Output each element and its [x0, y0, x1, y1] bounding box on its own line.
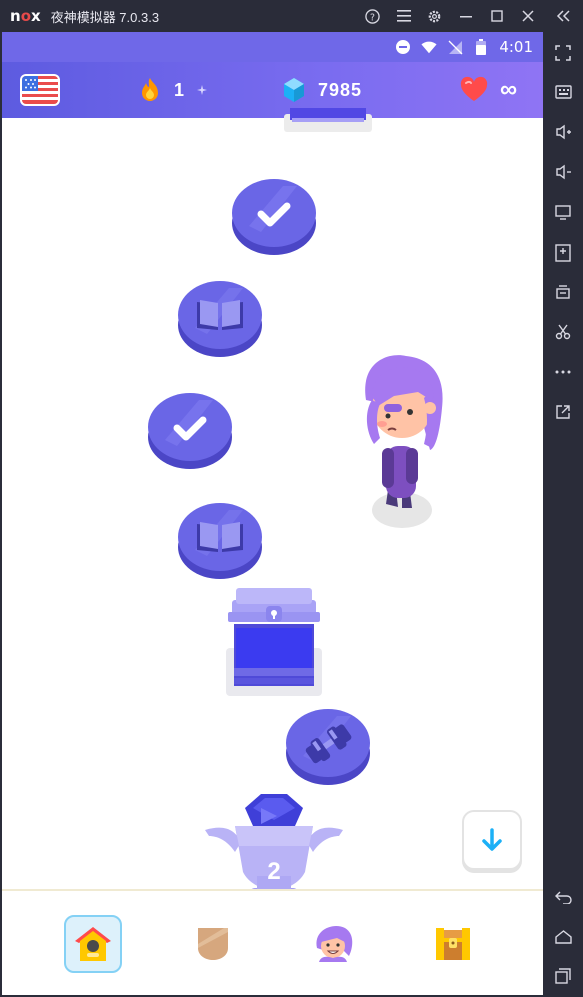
check-node-1[interactable] [231, 176, 317, 256]
back-icon[interactable] [543, 883, 583, 911]
chest-node[interactable] [226, 588, 322, 696]
maximize-icon[interactable] [481, 0, 512, 32]
scissors-icon[interactable] [543, 318, 583, 346]
book-node-2[interactable] [177, 500, 263, 580]
hearts-counter[interactable]: ∞ [460, 74, 518, 106]
leagues-tab[interactable] [184, 915, 242, 973]
top-stats-bar: 1 7985 ∞ [2, 62, 543, 118]
help-icon[interactable]: ? [357, 0, 388, 32]
svg-text:?: ? [370, 12, 375, 23]
fullscreen-icon[interactable] [543, 39, 583, 67]
profile-tab[interactable] [304, 915, 362, 973]
practice-node[interactable] [285, 706, 371, 786]
fire-icon [142, 78, 158, 101]
scroll-down-button[interactable] [462, 810, 522, 870]
close-icon[interactable] [512, 0, 543, 32]
gem-icon [284, 78, 304, 102]
gems-count: 7985 [318, 79, 363, 100]
minimize-icon[interactable] [450, 0, 481, 32]
window-title: 夜神模拟器 7.0.3.3 [50, 9, 160, 25]
course-flag[interactable] [22, 76, 58, 104]
emulator-sidebar [543, 32, 583, 997]
do-not-disturb-icon [395, 39, 411, 55]
open-external-icon[interactable] [543, 398, 583, 426]
app-screen: 4:01 1 7985 ∞ 2 [2, 32, 543, 995]
emulator-titlebar: nox 夜神模拟器 7.0.3.3 ? [0, 0, 583, 32]
avatar-icon [316, 926, 353, 962]
book-node-1[interactable] [177, 278, 263, 358]
multi-instance-icon[interactable] [543, 278, 583, 306]
gems-counter[interactable]: 7985 [280, 74, 362, 106]
menu-icon[interactable] [388, 0, 419, 32]
battery-icon [473, 39, 489, 55]
heart-icon [460, 76, 488, 101]
volume-up-icon[interactable] [543, 118, 583, 146]
chest-icon [436, 928, 470, 960]
home-icon[interactable] [543, 923, 583, 951]
sparkle-icon [197, 85, 208, 95]
home-tab[interactable] [64, 915, 122, 973]
shop-tab[interactable] [424, 915, 482, 973]
status-time: 4:01 [499, 38, 533, 56]
more-icon[interactable] [543, 358, 583, 386]
bottom-navigation [2, 889, 543, 995]
settings-icon[interactable] [419, 0, 450, 32]
lesson-path: 2 [2, 108, 543, 902]
shield-icon [198, 928, 228, 960]
wifi-icon [421, 39, 437, 55]
chest-node-previous[interactable] [282, 108, 374, 132]
apk-install-icon[interactable] [543, 239, 583, 267]
recents-icon[interactable] [543, 962, 583, 990]
trophy-level-label: 2 [267, 858, 281, 885]
keyboard-icon[interactable] [543, 78, 583, 106]
streak-count: 1 [174, 79, 186, 100]
home-icon [75, 927, 111, 961]
character-illustration [358, 352, 454, 532]
collapse-icon[interactable] [543, 0, 583, 32]
volume-down-icon[interactable] [543, 158, 583, 186]
android-status-bar: 4:01 [2, 32, 543, 62]
check-node-2[interactable] [147, 390, 233, 470]
streak-counter[interactable]: 1 [136, 74, 208, 106]
screen-icon[interactable] [543, 198, 583, 226]
hearts-count: ∞ [500, 76, 519, 103]
arrow-down-icon [482, 828, 502, 851]
signal-icon [447, 39, 463, 55]
nox-logo: nox [10, 7, 41, 25]
